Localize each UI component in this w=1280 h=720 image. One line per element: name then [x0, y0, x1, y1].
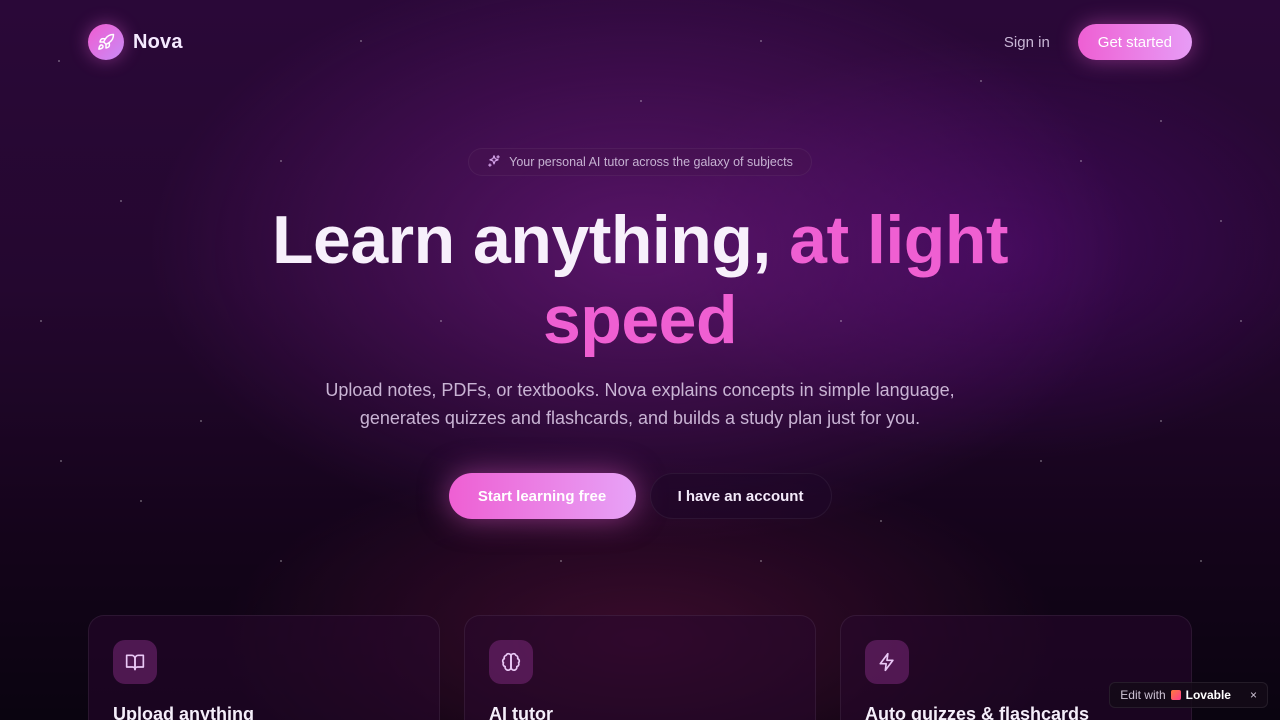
get-started-button[interactable]: Get started — [1077, 24, 1192, 60]
subtext-line-1: Upload notes, PDFs, or textbooks. Nova e… — [325, 380, 955, 400]
hero-badge-text: Your personal AI tutor across the galaxy… — [509, 155, 793, 169]
headline-main: Learn anything, — [271, 202, 771, 278]
rocket-icon — [88, 24, 124, 60]
brand[interactable]: Nova — [88, 24, 183, 60]
book-open-icon — [113, 640, 157, 684]
headline-accent-2: speed — [542, 282, 738, 358]
nav-actions: Sign in Get started — [1004, 24, 1192, 60]
sparkles-icon — [487, 154, 501, 171]
brain-icon — [489, 640, 533, 684]
brand-name: Nova — [133, 30, 183, 53]
hero-headline: Learn anything, at light speed — [140, 200, 1140, 360]
lovable-heart-icon — [1170, 690, 1181, 700]
star-field — [0, 0, 1280, 720]
have-account-button[interactable]: I have an account — [649, 473, 832, 519]
feature-cards: Upload anything AI tutor Auto quizzes & … — [88, 615, 1192, 720]
feature-title: Upload anything — [113, 704, 254, 720]
hero-subtext: Upload notes, PDFs, or textbooks. Nova e… — [260, 376, 1020, 432]
hero-badge: Your personal AI tutor across the galaxy… — [468, 148, 812, 176]
feature-title: AI tutor — [489, 704, 553, 720]
subtext-line-2: generates quizzes and flashcards, and bu… — [359, 408, 921, 428]
headline-accent-1: at light — [789, 202, 1009, 278]
top-nav: Nova Sign in Get started — [88, 24, 1192, 60]
feature-card-tutor: AI tutor — [464, 615, 816, 720]
lightning-icon — [865, 640, 909, 684]
lovable-prefix: Edit with — [1120, 688, 1166, 702]
feature-card-upload: Upload anything — [88, 615, 440, 720]
edit-with-lovable-badge[interactable]: Edit with Lovable × — [1109, 682, 1268, 708]
sign-in-link[interactable]: Sign in — [1004, 34, 1050, 51]
start-learning-button[interactable]: Start learning free — [448, 473, 636, 519]
cta-row: Start learning free I have an account — [0, 473, 1280, 519]
close-icon[interactable]: × — [1250, 688, 1257, 702]
lovable-brand: Lovable — [1185, 688, 1231, 702]
